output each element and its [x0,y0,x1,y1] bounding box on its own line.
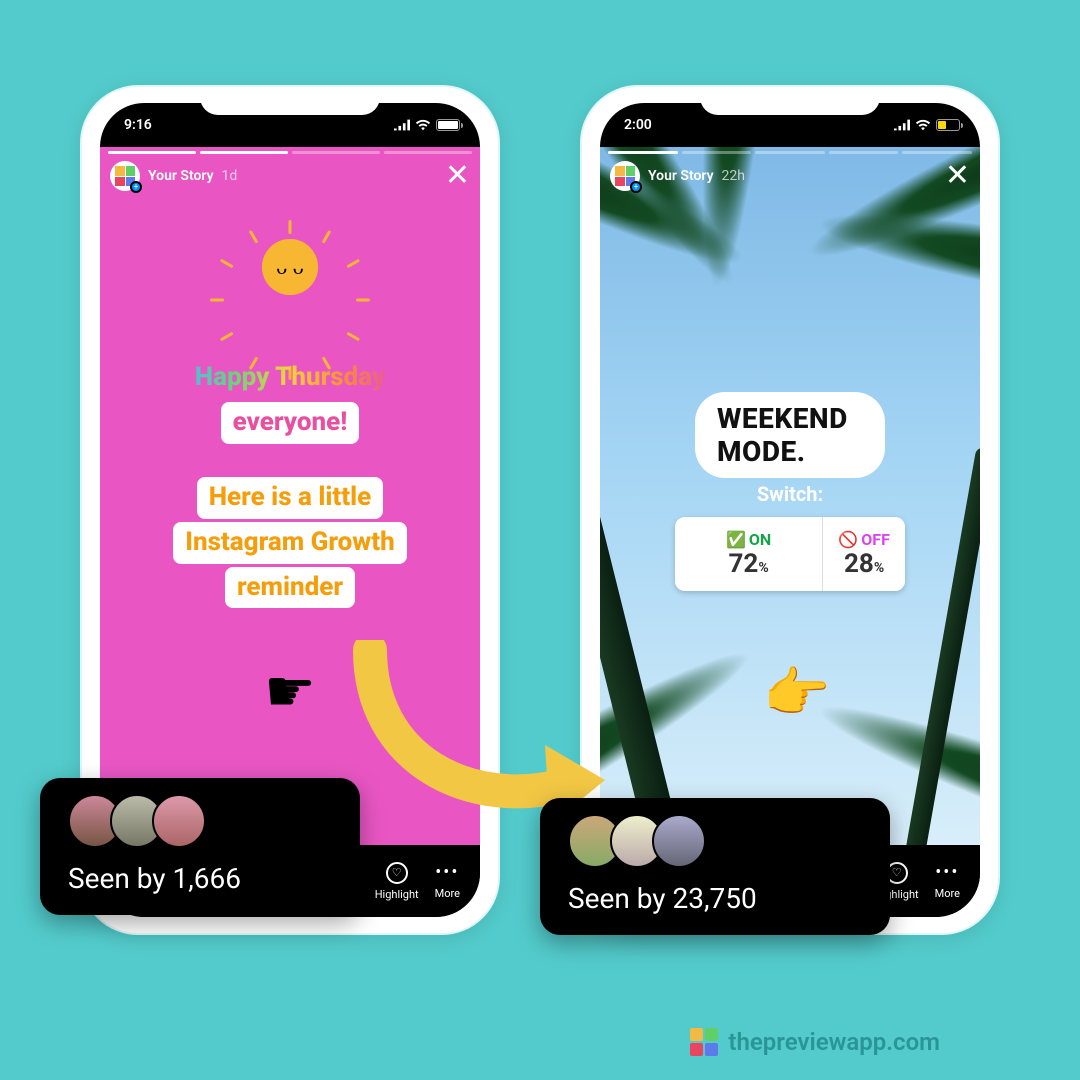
viewers-avatars [568,814,862,868]
watermark-text: thepreviewapp.com [728,1028,940,1056]
story-header: + Your Story 22h ✕ [610,161,970,191]
logo-icon [690,1028,718,1056]
story-progress [608,151,972,154]
more-icon: ••• [435,862,459,883]
notch [200,87,380,115]
close-icon[interactable]: ✕ [945,161,970,191]
side-button [580,257,582,293]
status-time: 2:00 [624,117,652,133]
side-button [80,317,82,379]
wifi-icon [915,119,931,131]
text-line: everyone! [221,402,360,444]
battery-icon [936,119,960,131]
add-story-icon: + [630,181,642,193]
signal-icon [894,119,910,131]
story-name: Your Story [148,168,214,184]
sun-sticker: ᴗ ᴗ [250,227,330,307]
pointer-icon: 👉 [763,662,830,725]
notch [700,87,880,115]
poll-option-off[interactable]: 🚫 OFF 28% [822,517,905,591]
text-line: Here is a little [197,477,384,519]
poll-sticker[interactable]: ✅ ON 72% 🚫 OFF 28% [675,517,905,591]
story-name: Your Story [648,168,714,184]
wifi-icon [415,119,431,131]
side-button [580,317,582,379]
avatar [152,794,206,848]
seen-by-card[interactable]: Seen by 1,666 [40,778,360,915]
story-header: + Your Story 1d ✕ [110,161,470,191]
story-age: 1d [222,168,238,184]
close-icon[interactable]: ✕ [445,161,470,191]
poll-title: Switch: [600,482,980,506]
text-line: Happy Thursday [183,357,397,399]
seen-by-label: Seen by 1,666 [68,862,332,895]
more-button[interactable]: ••• More [435,862,460,900]
highlight-icon [386,862,408,884]
more-icon: ••• [935,862,959,883]
weekend-text: WEEKEND MODE. [695,392,885,478]
add-story-icon: + [130,181,142,193]
side-button [80,397,82,459]
text-line: Instagram Growth [173,522,407,564]
more-label: More [935,887,960,900]
check-icon: ✅ [726,530,746,549]
battery-icon [436,119,460,131]
more-button[interactable]: ••• More [935,862,960,900]
text-sticker-2: Here is a little Instagram Growth remind… [100,477,480,608]
highlight-label: Highlight [375,888,419,901]
seen-by-card[interactable]: Seen by 23,750 [540,798,890,935]
story-content-right[interactable]: + Your Story 22h ✕ WEEKEND MODE. Switch:… [600,147,980,845]
side-button [580,397,582,459]
pointer-icon: ☛ [264,657,316,726]
side-button [80,257,82,293]
more-label: More [435,887,460,900]
story-avatar[interactable]: + [110,161,140,191]
phone-screen-right: 2:00 [600,103,980,917]
avatar [652,814,706,868]
story-progress [108,151,472,154]
story-avatar[interactable]: + [610,161,640,191]
status-time: 9:16 [124,117,152,133]
highlight-button[interactable]: Highlight [375,862,419,901]
watermark: thepreviewapp.com [690,1028,940,1056]
story-age: 22h [722,168,745,184]
signal-icon [394,119,410,131]
prohibit-icon: 🚫 [838,530,858,549]
poll-option-on[interactable]: ✅ ON 72% [675,517,822,591]
text-sticker-1: Happy Thursday everyone! [100,357,480,444]
seen-by-label: Seen by 23,750 [568,882,862,915]
text-line: reminder [225,567,355,609]
viewers-avatars [68,794,332,848]
